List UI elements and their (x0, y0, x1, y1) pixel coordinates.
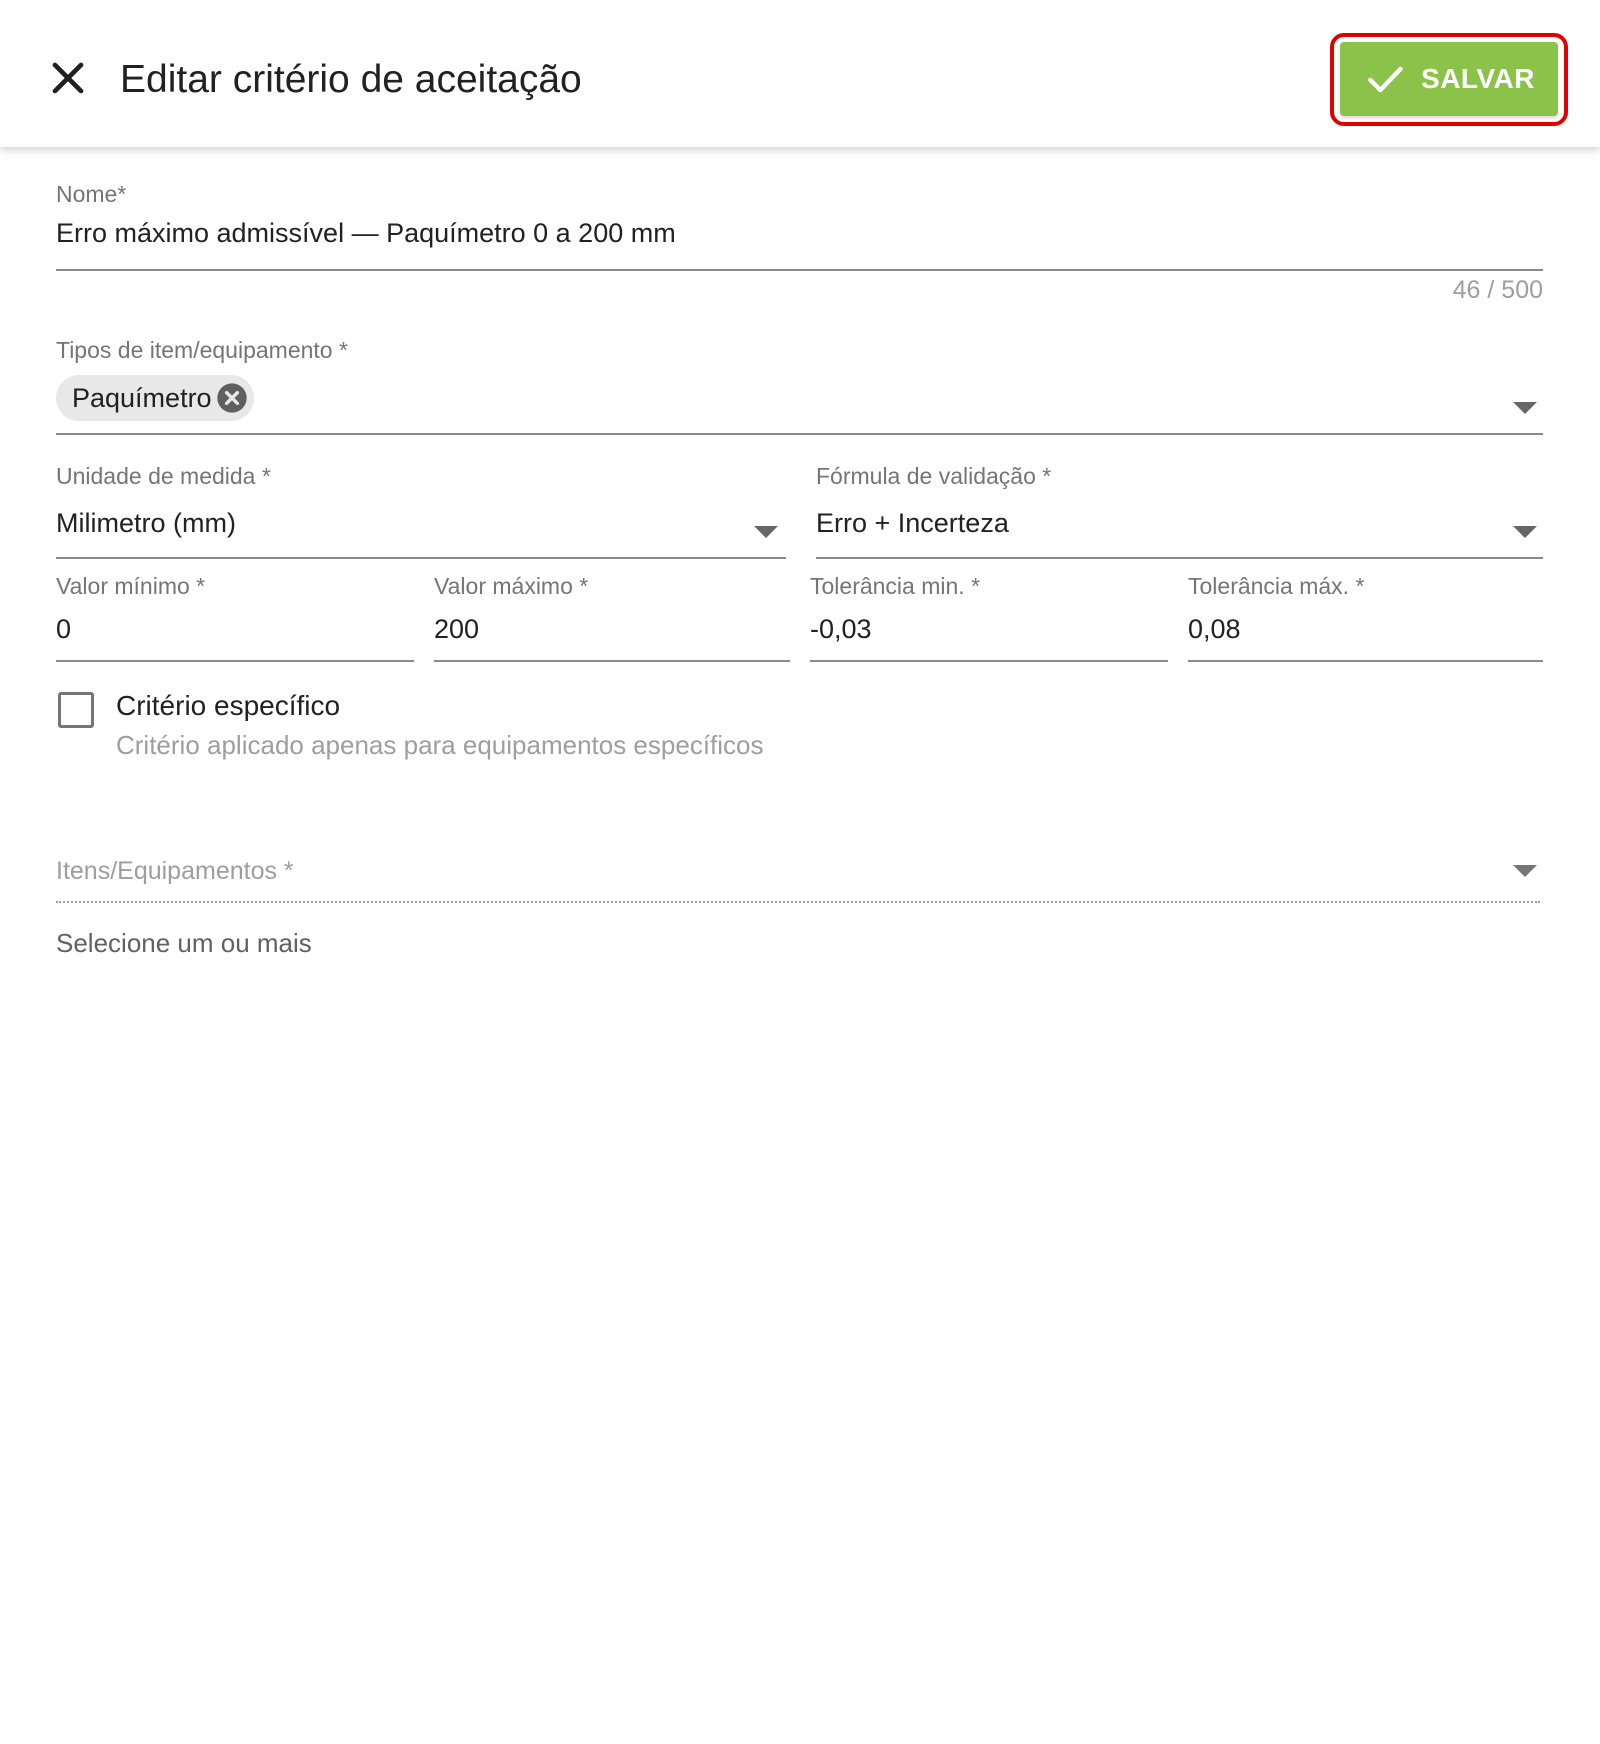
specific-criterion-checkbox[interactable] (58, 692, 94, 728)
unit-select[interactable]: Milimetro (mm) (56, 508, 236, 539)
name-char-counter: 46 / 500 (1452, 276, 1543, 304)
chip-label: Paquímetro (72, 382, 212, 413)
min-value-input[interactable]: 0 (56, 614, 71, 645)
page-title: Editar critério de aceitação (120, 58, 582, 101)
items-hint: Selecione um ou mais (56, 928, 312, 958)
specific-criterion-label[interactable]: Critério específico (116, 690, 340, 722)
item-type-chip: Paquímetro (56, 375, 254, 421)
item-types-dropdown-arrow[interactable] (1513, 402, 1537, 414)
formula-dropdown-arrow[interactable] (1513, 526, 1537, 538)
max-value-underline (434, 660, 790, 662)
items-label: Itens/Equipamentos * (56, 857, 294, 885)
check-icon (1368, 66, 1403, 93)
max-value-label: Valor máximo * (434, 573, 589, 599)
tol-min-label: Tolerância min. * (810, 573, 981, 599)
items-dotted-underline[interactable] (56, 901, 1540, 903)
specific-criterion-help: Critério aplicado apenas para equipament… (116, 730, 764, 760)
tol-min-underline (810, 660, 1168, 662)
cancel-circle-icon (217, 383, 247, 413)
tol-max-underline (1188, 660, 1543, 662)
formula-underline (816, 557, 1543, 559)
close-button[interactable] (42, 52, 94, 104)
tol-max-input[interactable]: 0,08 (1188, 614, 1241, 645)
unit-underline (56, 557, 786, 559)
max-value-input[interactable]: 200 (434, 614, 479, 645)
dialog-header: Editar critério de aceitação SALVAR (0, 0, 1600, 147)
unit-label: Unidade de medida * (56, 463, 271, 489)
min-value-label: Valor mínimo * (56, 573, 206, 599)
min-value-underline (56, 660, 414, 662)
close-icon (52, 62, 84, 94)
item-types-underline (56, 433, 1543, 435)
tol-min-input[interactable]: -0,03 (810, 614, 872, 645)
formula-label: Fórmula de validação * (816, 463, 1052, 489)
chip-remove-button[interactable] (216, 382, 248, 414)
save-button[interactable]: SALVAR (1340, 42, 1558, 116)
tol-max-label: Tolerância máx. * (1188, 573, 1365, 599)
save-button-label: SALVAR (1421, 63, 1535, 94)
formula-select[interactable]: Erro + Incerteza (816, 508, 1009, 539)
name-field-label: Nome* (56, 181, 127, 207)
name-underline (56, 269, 1543, 271)
items-dropdown-arrow[interactable] (1513, 865, 1537, 877)
item-types-label: Tipos de item/equipamento * (56, 337, 348, 363)
unit-dropdown-arrow[interactable] (754, 526, 778, 538)
name-input[interactable]: Erro máximo admissível — Paquímetro 0 a … (56, 218, 676, 249)
